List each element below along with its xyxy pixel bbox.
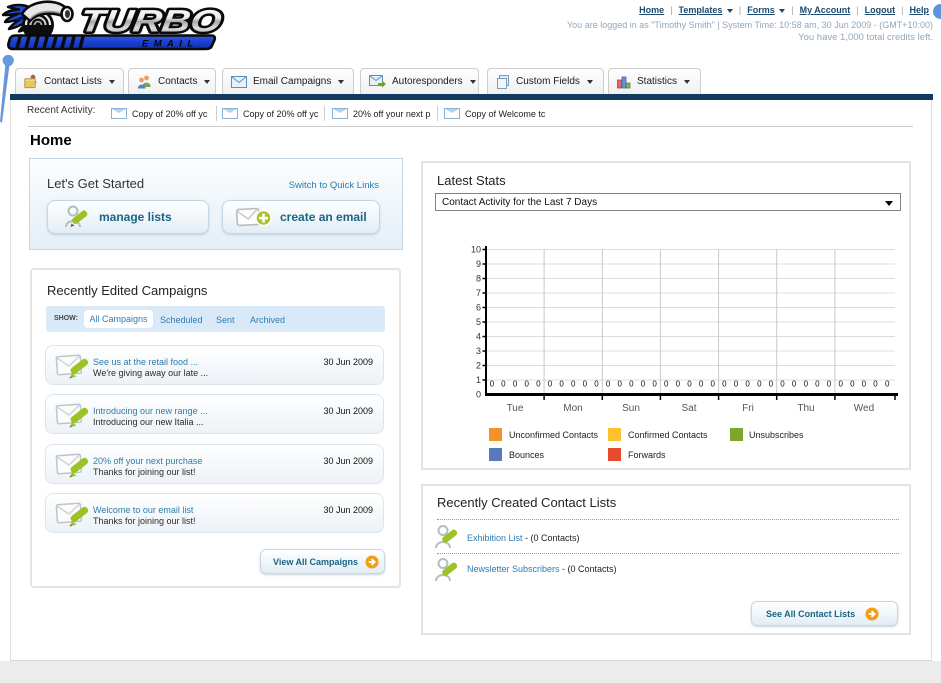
svg-text:0: 0 xyxy=(862,380,867,389)
svg-text:0: 0 xyxy=(559,380,564,389)
svg-text:EMAIL: EMAIL xyxy=(142,39,199,50)
svg-text:0: 0 xyxy=(594,380,599,389)
svg-text:4: 4 xyxy=(476,332,481,342)
svg-text:1: 1 xyxy=(476,375,481,385)
svg-text:0: 0 xyxy=(850,380,855,389)
svg-text:3: 3 xyxy=(476,346,481,356)
svg-text:0: 0 xyxy=(815,380,820,389)
svg-text:0: 0 xyxy=(838,380,843,389)
svg-text:Fri: Fri xyxy=(742,403,754,414)
svg-text:Tue: Tue xyxy=(507,403,524,414)
svg-text:0: 0 xyxy=(490,380,495,389)
svg-text:0: 0 xyxy=(536,380,541,389)
svg-text:0: 0 xyxy=(722,380,727,389)
svg-text:0: 0 xyxy=(757,380,762,389)
svg-text:0: 0 xyxy=(769,380,774,389)
svg-text:5: 5 xyxy=(476,317,481,327)
svg-text:0: 0 xyxy=(734,380,739,389)
svg-text:0: 0 xyxy=(827,380,832,389)
svg-text:2: 2 xyxy=(476,361,481,371)
svg-text:0: 0 xyxy=(629,380,634,389)
svg-text:0: 0 xyxy=(664,380,669,389)
svg-text:0: 0 xyxy=(687,380,692,389)
svg-text:0: 0 xyxy=(652,380,657,389)
svg-text:0: 0 xyxy=(476,390,481,400)
svg-text:0: 0 xyxy=(606,380,611,389)
svg-text:0: 0 xyxy=(641,380,646,389)
svg-text:0: 0 xyxy=(571,380,576,389)
svg-text:0: 0 xyxy=(873,380,878,389)
svg-text:0: 0 xyxy=(710,380,715,389)
svg-text:9: 9 xyxy=(476,259,481,269)
svg-text:0: 0 xyxy=(583,380,588,389)
svg-text:Wed: Wed xyxy=(854,403,874,414)
svg-text:0: 0 xyxy=(792,380,797,389)
svg-text:10: 10 xyxy=(471,245,481,255)
svg-text:0: 0 xyxy=(676,380,681,389)
svg-text:Mon: Mon xyxy=(563,403,582,414)
svg-text:Thu: Thu xyxy=(797,403,814,414)
svg-text:8: 8 xyxy=(476,274,481,284)
svg-text:0: 0 xyxy=(804,380,809,389)
svg-text:0: 0 xyxy=(885,380,890,389)
svg-text:0: 0 xyxy=(699,380,704,389)
svg-text:0: 0 xyxy=(548,380,553,389)
svg-text:0: 0 xyxy=(501,380,506,389)
svg-text:0: 0 xyxy=(780,380,785,389)
svg-text:0: 0 xyxy=(524,380,529,389)
svg-text:0: 0 xyxy=(617,380,622,389)
svg-text:6: 6 xyxy=(476,303,481,313)
svg-text:0: 0 xyxy=(745,380,750,389)
svg-text:Sun: Sun xyxy=(622,403,640,414)
svg-text:7: 7 xyxy=(476,288,481,298)
svg-text:Sat: Sat xyxy=(681,403,696,414)
svg-text:0: 0 xyxy=(513,380,518,389)
svg-text:TURBO: TURBO xyxy=(78,4,224,39)
